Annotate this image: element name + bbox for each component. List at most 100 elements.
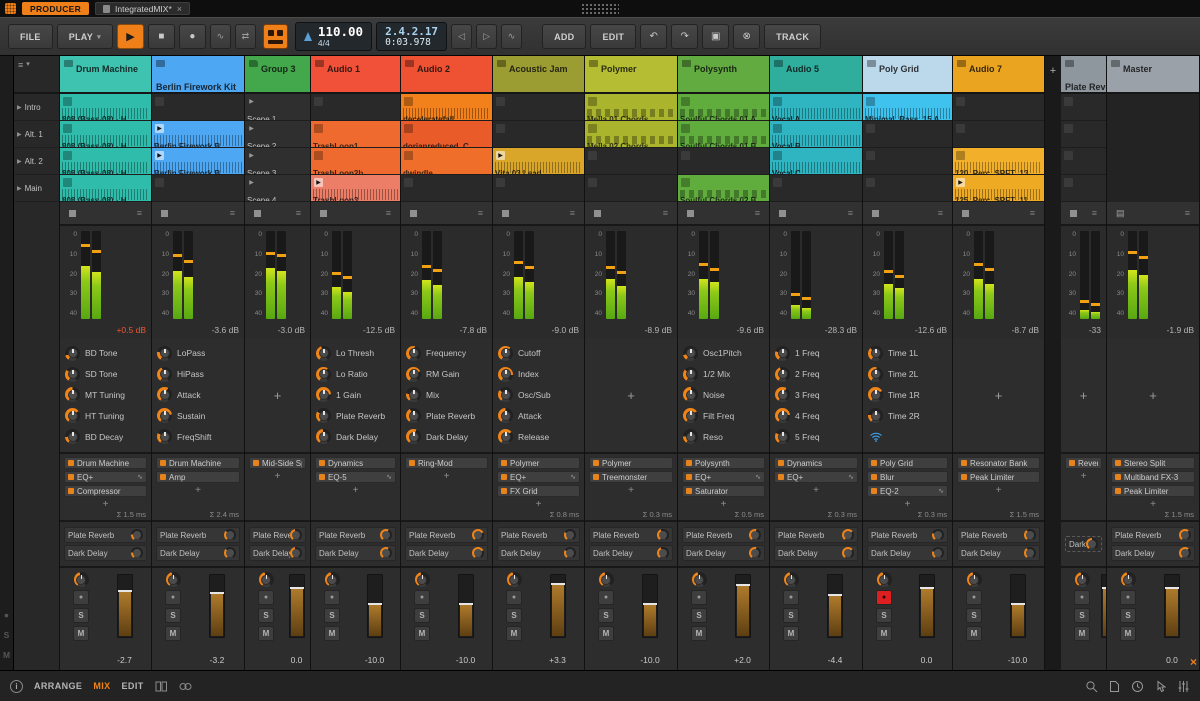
track-options-icon[interactable]: ≡ [570,208,575,218]
send-slot[interactable]: Dark Delay [315,545,396,561]
clip-slot[interactable]: 808 (Bass-08) - H... [60,148,151,175]
record-button[interactable]: ● [178,24,206,49]
stop-clips-button[interactable] [872,209,879,217]
peak-db-readout[interactable]: -9.6 dB [737,325,764,335]
clip-slot[interactable]: TrashLoop2b [311,148,400,175]
mute-button[interactable]: M [165,626,181,641]
send-level-knob[interactable] [290,529,302,541]
record-arm-button[interactable]: ● [324,590,340,605]
punch-in-icon[interactable]: ◁ [451,24,473,49]
bitwig-logo-icon[interactable] [5,3,16,14]
empty-clip-slot[interactable] [585,148,677,175]
clip-slot[interactable]: Minimal_Bass_15 A [863,94,952,121]
track-options-icon[interactable]: ≡ [938,208,943,218]
record-arm-button[interactable]: ● [1074,590,1090,605]
scene-launch-row[interactable]: ▶ Intro [14,94,59,121]
send-slot[interactable]: Dark Delay [1111,545,1195,561]
volume-fader[interactable] [366,574,383,638]
pan-knob[interactable] [966,572,982,587]
empty-clip-slot[interactable] [863,121,952,148]
fader-db-value[interactable]: -10.0 [441,655,490,668]
solo-button[interactable]: S [876,608,892,623]
remote-control-knob[interactable] [775,345,790,361]
device-chip[interactable]: Drum Machine [64,457,147,469]
punch-out-icon[interactable]: ▷ [476,24,498,49]
remote-control-knob[interactable] [683,366,698,382]
clip-slot[interactable]: ▶Berlin Firework B... [152,148,244,175]
record-arm-button[interactable]: ● [598,590,614,605]
clip-slot[interactable]: ▶ Scene 3 [245,148,310,175]
clip-slot[interactable]: 120_Perc_SPFT_13 [953,148,1044,175]
volume-fader[interactable] [1164,574,1180,638]
solo-button[interactable]: S [691,608,707,623]
remote-control-knob[interactable] [498,408,513,424]
send-level-knob[interactable] [131,529,143,541]
solo-button[interactable]: S [414,608,430,623]
add-device-button[interactable]: + [249,472,306,482]
send-slot[interactable]: Dark Delay [867,545,948,561]
send-slot[interactable]: Dark Delay [682,545,765,561]
track-options-icon[interactable]: ≡ [137,208,142,218]
play-position[interactable]: 2.4.2.17 [385,26,438,37]
record-arm-button[interactable]: ● [165,590,181,605]
history-clock-icon[interactable] [1131,680,1144,693]
remote-control-knob[interactable] [157,366,172,382]
send-level-knob[interactable] [932,547,944,559]
wireless-modulator-icon[interactable] [869,431,883,443]
remote-control-knob[interactable] [157,408,172,424]
clip-slot[interactable]: ▶ Scene 2 [245,121,310,148]
mix-view-button[interactable]: MIX [93,681,110,691]
clip-slot[interactable]: Mella 02 Chords [585,121,677,148]
device-chip[interactable]: Polymer [497,457,580,469]
remote-control-knob[interactable] [65,429,80,445]
remote-control-knob[interactable] [406,387,421,403]
add-remote-controls-button[interactable]: + [1149,388,1157,403]
add-device-button[interactable]: + [156,486,240,496]
global-arm-icon[interactable]: ● [4,610,9,620]
clip-slot[interactable]: Soulful Chords 01 B [678,121,769,148]
track-options-icon[interactable]: ≡ [755,208,760,218]
device-chip[interactable]: Peak Limiter [1111,485,1195,497]
send-level-knob[interactable] [1024,547,1036,559]
empty-clip-slot[interactable] [1061,94,1106,121]
remote-control-knob[interactable] [406,429,421,445]
remote-control-knob[interactable] [775,387,790,403]
clip-slot[interactable]: dorianreduced_C [401,121,492,148]
track-header[interactable]: Group 3 [245,56,310,94]
track-options-icon[interactable]: ≡ [1092,208,1097,218]
track-header[interactable]: Plate Reve [1061,56,1106,94]
clip-slot[interactable]: 808 (Bass-08) - H... [60,121,151,148]
track-options-icon[interactable]: ≡ [1185,208,1190,218]
send-level-knob[interactable] [472,547,484,559]
mute-button[interactable]: M [1074,626,1090,641]
send-slot[interactable]: Dark Delay [64,545,147,561]
track-options-icon[interactable]: ≡ [386,208,391,218]
clip-slot[interactable]: Soulful Chords 02 B [678,175,769,202]
remote-control-knob[interactable] [157,387,172,403]
pan-knob[interactable] [783,572,799,587]
send-level-knob[interactable] [749,529,761,541]
mixer-panel-icon[interactable] [1177,680,1190,693]
send-slot[interactable]: Dark Delay [249,545,306,561]
send-slot[interactable]: Plate Reverb [497,527,580,543]
send-level-knob[interactable] [131,547,143,559]
empty-clip-slot[interactable] [585,175,677,202]
remote-control-knob[interactable] [775,366,790,382]
stop-clips-button[interactable] [594,209,601,217]
send-level-knob[interactable] [1179,547,1191,559]
send-slot[interactable]: Dark Delay [589,545,673,561]
track-options-icon[interactable]: ≡ [848,208,853,218]
tempo-value[interactable]: 110.00 [318,25,363,39]
stop-clips-button[interactable] [320,209,327,217]
fader-db-value[interactable]: +3.3 [533,655,582,668]
track-header[interactable]: Polymer [585,56,677,94]
device-chip[interactable]: EQ-5 ∿ [315,471,396,483]
remote-control-knob[interactable] [683,345,698,361]
scene-launch-row[interactable]: ▶ Alt. 1 [14,121,59,148]
automation-write-icon[interactable]: ∿ [209,24,231,49]
pan-knob[interactable] [324,572,340,587]
volume-fader[interactable] [288,574,305,638]
metronome-icon[interactable] [303,32,312,41]
send-slot[interactable]: Plate Reverb [249,527,306,543]
pan-knob[interactable] [258,572,274,587]
